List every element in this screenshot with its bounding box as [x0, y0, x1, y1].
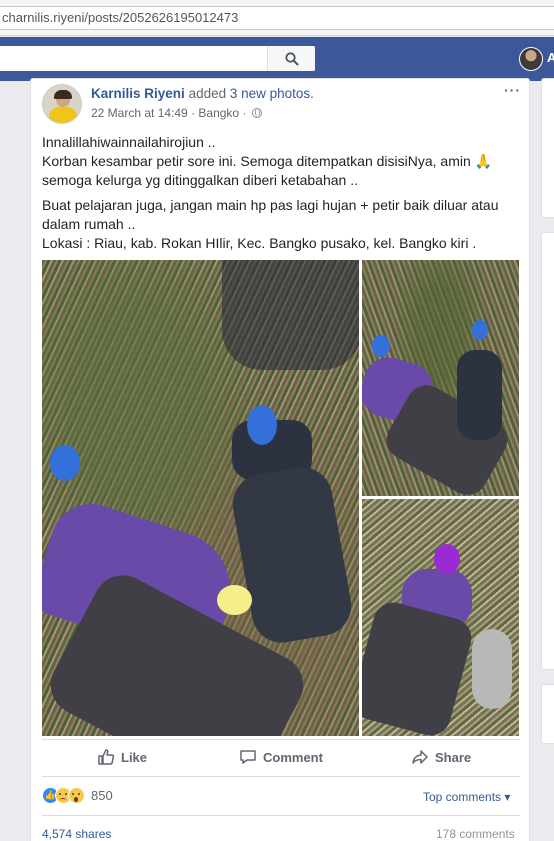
comment-button[interactable]: Comment — [239, 745, 323, 769]
reactions-summary[interactable]: 👍 850 — [42, 787, 113, 804]
author-name[interactable]: Karnilis Riyeni — [91, 86, 185, 101]
share-button[interactable]: Share — [411, 745, 471, 769]
post-paragraph-1: Innalillahiwainnailahirojiun .. Korban k… — [42, 133, 522, 190]
post-card: Karnilis Riyeni added 3 new photos. 22 M… — [30, 78, 530, 841]
globe-icon[interactable] — [251, 108, 262, 118]
action-divider — [42, 739, 520, 740]
post-photo-main[interactable] — [42, 260, 359, 736]
share-label: Share — [435, 749, 472, 765]
wow-reaction-icon — [68, 787, 85, 804]
post-meta: 22 March at 14:49 · Bangko · — [91, 106, 262, 120]
photos-link[interactable]: 3 new photos. — [230, 86, 314, 101]
post-date[interactable]: 22 March at 14:49 — [91, 106, 188, 120]
meta-separator: · — [187, 106, 199, 120]
post-photo-bottom-right[interactable] — [362, 499, 519, 736]
comments-count[interactable]: 178 comments — [436, 827, 515, 841]
author-avatar[interactable] — [42, 84, 82, 124]
facebook-top-bar: A — [0, 37, 554, 81]
search-icon — [284, 51, 299, 66]
post-text-line: Buat pelajaran juga, jangan main hp pas … — [42, 197, 499, 213]
share-icon — [412, 750, 428, 764]
post-text-line: Lokasi : Riau, kab. Rokan HIlir, Kec. Ba… — [42, 235, 477, 251]
post-location[interactable]: Bangko — [198, 106, 239, 120]
top-comments-dropdown[interactable]: Top comments ▾ — [423, 790, 510, 804]
profile-name[interactable]: A — [547, 50, 554, 65]
post-text-line: Korban kesambar petir sore ini. Semoga d… — [42, 153, 493, 169]
post-action-text: added — [188, 86, 227, 101]
comments-divider — [42, 815, 520, 816]
reaction-count: 850 — [91, 788, 113, 803]
browser-toolbar: charnilis.riyeni/posts/2052626195012473 — [0, 0, 554, 36]
post-photo-top-right[interactable] — [362, 260, 519, 496]
post-paragraph-2: Buat pelajaran juga, jangan main hp pas … — [42, 196, 522, 253]
more-icon[interactable]: ··· — [504, 82, 521, 98]
post-header: Karnilis Riyeni added 3 new photos. — [91, 86, 314, 101]
post-text-line: Innalillahiwainnailahirojiun .. — [42, 134, 216, 150]
stats-divider — [42, 776, 520, 777]
like-icon — [98, 749, 115, 765]
profile-avatar[interactable] — [519, 47, 543, 71]
meta-separator: · — [239, 106, 250, 120]
comment-icon — [240, 750, 256, 764]
post-text-line: dalam rumah .. — [42, 216, 136, 232]
right-sidebar-panel — [541, 232, 554, 670]
comment-label: Comment — [263, 749, 323, 765]
post-text-line: semoga kelurga yg ditinggalkan diberi ke… — [42, 172, 358, 188]
shares-count[interactable]: 4,574 shares — [42, 827, 111, 841]
url-field[interactable]: charnilis.riyeni/posts/2052626195012473 — [0, 6, 554, 30]
like-label: Like — [121, 749, 148, 765]
right-sidebar-panel — [541, 684, 554, 744]
right-sidebar-panel — [541, 78, 554, 218]
search-button[interactable] — [267, 46, 315, 71]
like-button[interactable]: Like — [97, 745, 147, 769]
